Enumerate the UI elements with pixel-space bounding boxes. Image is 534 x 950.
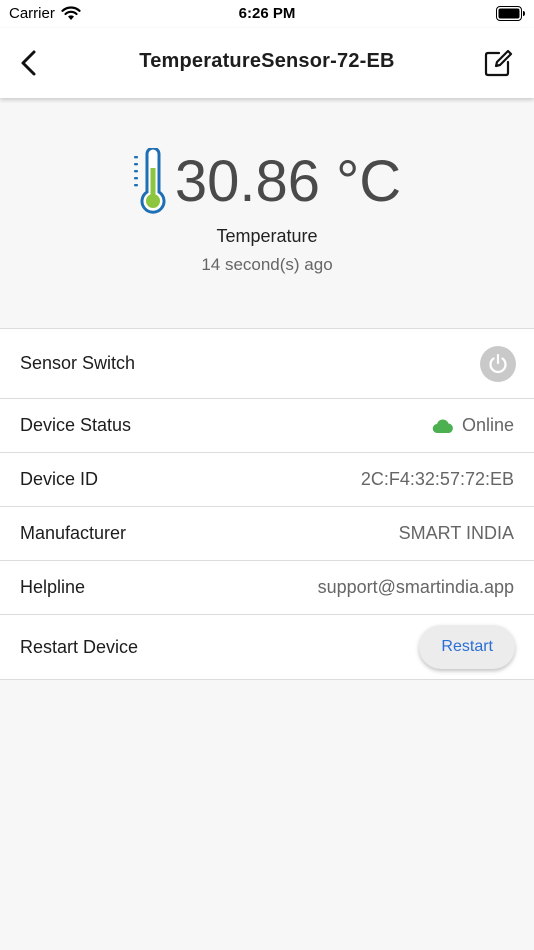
edit-icon <box>484 49 513 77</box>
temperature-label: Temperature <box>216 226 318 246</box>
temperature-panel: 30.86 °C Temperature 14 second(s) ago <box>0 98 534 328</box>
edit-button[interactable] <box>482 47 514 79</box>
temperature-reading: 30.86 °C <box>0 148 534 216</box>
restart-device-label: Restart Device <box>20 636 139 657</box>
page-title: TemperatureSensor-72-EB <box>139 50 395 72</box>
row-device-id: Device ID 2C:F4:32:57:72:EB <box>0 452 534 506</box>
restart-button[interactable]: Restart <box>419 625 515 669</box>
row-sensor-switch: Sensor Switch <box>0 328 534 398</box>
device-status-value: Online <box>461 415 514 435</box>
manufacturer-label: Manufacturer <box>20 523 127 543</box>
device-id-value: 2C:F4:32:57:72:EB <box>360 469 514 489</box>
battery-icon <box>496 6 526 25</box>
helpline-label: Helpline <box>20 577 86 597</box>
back-button[interactable] <box>14 46 46 80</box>
temperature-value: 30.86 °C <box>174 149 402 214</box>
row-restart-device: Restart Device Restart <box>0 614 534 680</box>
device-info-list: Sensor Switch Device Status Online Devic… <box>0 328 534 680</box>
power-icon <box>489 353 507 373</box>
last-updated: 14 second(s) ago <box>201 255 333 274</box>
helpline-value[interactable]: support@smartindia.app <box>318 577 514 598</box>
cloud-icon <box>432 418 453 433</box>
navigation-bar: TemperatureSensor-72-EB <box>0 28 534 98</box>
device-status-value-group: Online <box>432 415 514 436</box>
manufacturer-value: SMART INDIA <box>398 523 514 543</box>
row-helpline: Helpline support@smartindia.app <box>0 560 534 614</box>
row-manufacturer: Manufacturer SMART INDIA <box>0 506 534 560</box>
status-bar: Carrier 6:26 PM <box>0 0 534 28</box>
device-status-label: Device Status <box>20 415 132 435</box>
thermometer-icon <box>133 148 166 214</box>
status-time: 6:26 PM <box>238 5 296 22</box>
chevron-left-icon <box>21 50 36 76</box>
row-device-status: Device Status Online <box>0 398 534 452</box>
device-id-label: Device ID <box>20 469 99 489</box>
sensor-switch-label: Sensor Switch <box>20 353 136 373</box>
sensor-power-toggle[interactable] <box>480 345 516 382</box>
